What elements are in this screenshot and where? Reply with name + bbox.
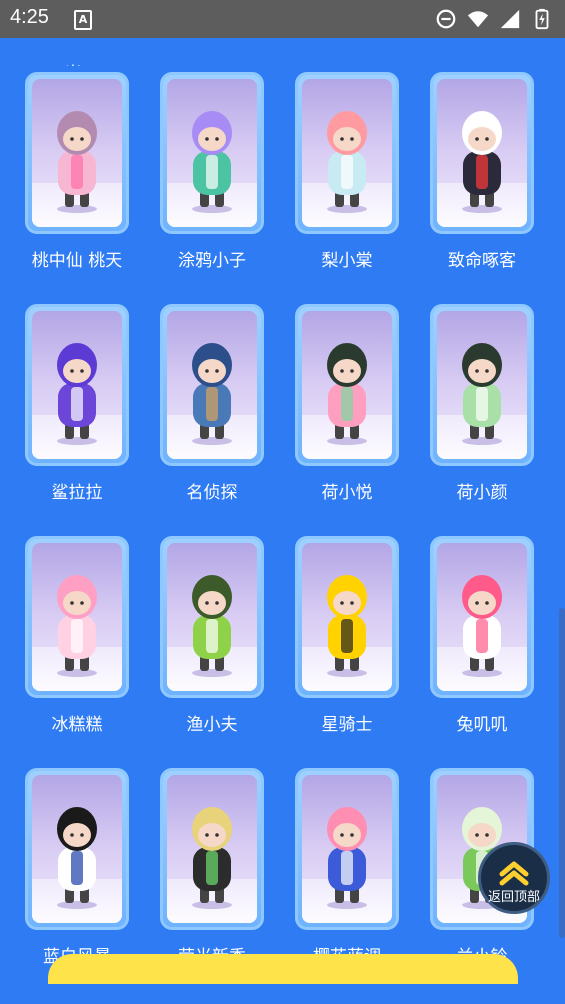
- skin-card[interactable]: 涂鸦小子: [157, 72, 267, 271]
- skin-card[interactable]: 樱花蓝调: [292, 768, 402, 967]
- skin-gallery[interactable]: 光 桃中仙 桃天 涂鸦小子 梨小棠 致命啄客鲨拉拉 名侦探 荷小悦 荷小颜冰糕糕 渔小夫 星骑士…: [0, 38, 565, 1004]
- skin-preview: [32, 79, 122, 227]
- skin-name: 桃中仙 桃天: [31, 251, 123, 271]
- skin-preview: [32, 311, 122, 459]
- character-figure: [327, 575, 367, 677]
- skin-frame: [430, 72, 534, 234]
- character-figure: [57, 343, 97, 445]
- skin-frame: [295, 536, 399, 698]
- skin-name: 渔小夫: [186, 715, 238, 735]
- skin-preview: [437, 79, 527, 227]
- skin-card[interactable]: 渔小夫: [157, 536, 267, 735]
- skin-preview: [437, 543, 527, 691]
- skin-card[interactable]: 星骑士: [292, 536, 402, 735]
- skin-frame: [295, 304, 399, 466]
- character-figure: [192, 807, 232, 909]
- skin-preview: [437, 311, 527, 459]
- character-figure: [57, 807, 97, 909]
- character-figure: [192, 343, 232, 445]
- skin-name: 名侦探: [186, 483, 238, 503]
- skin-card[interactable]: 致命啄客: [427, 72, 537, 271]
- character-figure: [462, 575, 502, 677]
- do-not-disturb-icon: [436, 9, 456, 29]
- skin-frame: [160, 536, 264, 698]
- skin-card[interactable]: 荷小颜: [427, 304, 537, 503]
- double-chevron-up-icon: [499, 861, 529, 886]
- skin-preview: [302, 775, 392, 923]
- character-figure: [57, 111, 97, 213]
- back-to-top-button[interactable]: 返回顶部: [478, 842, 550, 914]
- skin-card[interactable]: 冰糕糕: [22, 536, 132, 735]
- bottom-action-button[interactable]: [48, 954, 518, 984]
- character-figure: [462, 343, 502, 445]
- skin-preview: [302, 543, 392, 691]
- status-time: 4:25: [10, 6, 49, 28]
- skin-name: 星骑士: [321, 715, 373, 735]
- skin-frame: [295, 72, 399, 234]
- skin-preview: [167, 543, 257, 691]
- character-figure: [327, 343, 367, 445]
- character-figure: [192, 111, 232, 213]
- skin-name: 涂鸦小子: [178, 251, 246, 271]
- clipped-section-text: 光: [64, 60, 82, 66]
- character-figure: [192, 575, 232, 677]
- skin-frame: [160, 768, 264, 930]
- skin-name: 冰糕糕: [51, 715, 103, 735]
- skin-card[interactable]: 荷小悦: [292, 304, 402, 503]
- skin-card[interactable]: 名侦探: [157, 304, 267, 503]
- skin-card[interactable]: 桃中仙 桃天: [22, 72, 132, 271]
- skin-grid: 桃中仙 桃天 涂鸦小子 梨小棠 致命啄客鲨拉拉 名侦探 荷小悦 荷小颜冰糕糕 渔小夫 星骑士 兔叽…: [22, 72, 547, 967]
- app-notification-icon: A: [74, 10, 92, 30]
- status-icons: [435, 8, 553, 30]
- signal-icon: [500, 9, 520, 29]
- skin-preview: [302, 79, 392, 227]
- skin-preview: [167, 79, 257, 227]
- character-figure: [462, 111, 502, 213]
- status-bar: 4:25 A: [0, 0, 565, 38]
- battery-icon: [535, 8, 549, 30]
- skin-frame: [430, 304, 534, 466]
- character-figure: [327, 111, 367, 213]
- character-figure: [57, 575, 97, 677]
- back-to-top-label: 返回顶部: [487, 890, 540, 905]
- skin-frame: [25, 72, 129, 234]
- skin-preview: [167, 775, 257, 923]
- skin-name: 荷小悦: [321, 483, 373, 503]
- skin-name: 兔叽叽: [456, 715, 508, 735]
- skin-preview: [167, 311, 257, 459]
- skin-preview: [32, 775, 122, 923]
- skin-name: 荷小颜: [456, 483, 508, 503]
- skin-name: 梨小棠: [321, 251, 373, 271]
- skin-card[interactable]: 梨小棠: [292, 72, 402, 271]
- skin-card[interactable]: 蓝白风暴: [22, 768, 132, 967]
- skin-frame: [25, 536, 129, 698]
- character-figure: [327, 807, 367, 909]
- skin-frame: [430, 536, 534, 698]
- skin-frame: [25, 768, 129, 930]
- skin-frame: [160, 304, 264, 466]
- skin-name: 鲨拉拉: [51, 483, 103, 503]
- skin-name: 致命啄客: [448, 251, 516, 271]
- skin-frame: [295, 768, 399, 930]
- skin-frame: [160, 72, 264, 234]
- skin-preview: [32, 543, 122, 691]
- skin-preview: [302, 311, 392, 459]
- skin-card[interactable]: 鲨拉拉: [22, 304, 132, 503]
- skin-card[interactable]: 荧光新秀: [157, 768, 267, 967]
- skin-frame: [25, 304, 129, 466]
- skin-card[interactable]: 兔叽叽: [427, 536, 537, 735]
- wifi-icon: [467, 11, 489, 28]
- scrollbar[interactable]: [559, 608, 565, 938]
